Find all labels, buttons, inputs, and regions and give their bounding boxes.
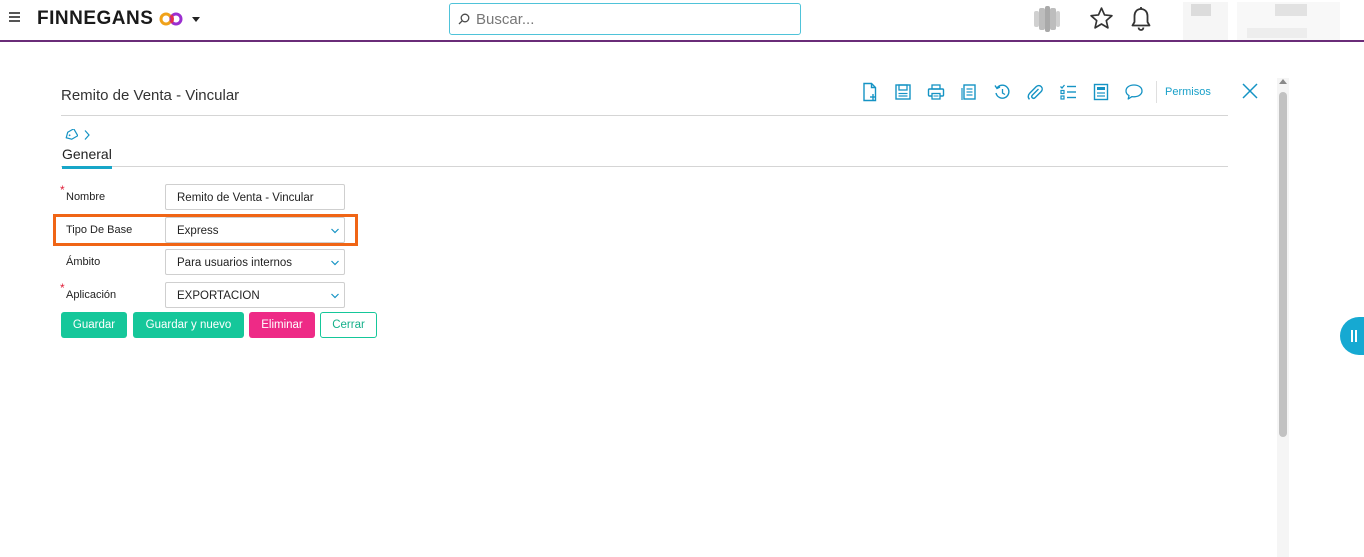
favorites-star-icon[interactable] — [1089, 6, 1114, 36]
side-panel-handle[interactable] — [1340, 317, 1364, 355]
brand-name: FINNEGANS — [37, 8, 154, 29]
ambito-value: Para usuarios internos — [177, 257, 293, 269]
save-icon[interactable] — [891, 81, 915, 103]
required-marker: * — [60, 281, 65, 295]
required-marker: * — [60, 183, 65, 197]
company-avatar[interactable] — [1032, 5, 1062, 38]
search-input[interactable] — [476, 10, 776, 28]
chevron-right-icon[interactable] — [84, 128, 90, 146]
brand-dropdown-caret-icon[interactable] — [192, 16, 201, 22]
print-icon[interactable] — [924, 81, 948, 103]
toolbar: Permisos — [858, 81, 1233, 103]
aplicacion-value: EXPORTACION — [177, 290, 260, 302]
ambito-label: Ámbito — [66, 256, 101, 268]
guardar-button[interactable]: Guardar — [61, 312, 127, 338]
cerrar-button[interactable]: Cerrar — [320, 312, 377, 338]
highlight-box — [53, 214, 358, 246]
guardar-y-nuevo-button[interactable]: Guardar y nuevo — [133, 312, 244, 338]
permisos-link[interactable]: Permisos — [1165, 86, 1211, 98]
scrollbar-thumb[interactable] — [1279, 92, 1287, 437]
hamburger-menu-icon[interactable] — [9, 12, 20, 24]
brand-logo-icon — [159, 12, 183, 26]
checklist-icon[interactable] — [1056, 81, 1080, 103]
ambito-select[interactable]: Para usuarios internos — [165, 249, 345, 275]
tag-icon[interactable] — [64, 128, 79, 146]
form-icon[interactable] — [1089, 81, 1113, 103]
new-document-icon[interactable] — [858, 81, 882, 103]
attach-icon[interactable] — [1023, 81, 1047, 103]
chevron-down-icon — [331, 260, 339, 266]
chevron-down-icon — [331, 293, 339, 299]
nombre-label: Nombre — [66, 191, 106, 203]
close-icon[interactable] — [1240, 81, 1260, 101]
aplicacion-label: Aplicación — [66, 289, 117, 301]
tab-general[interactable]: General — [62, 146, 112, 169]
toolbar-separator — [1156, 81, 1157, 103]
breadcrumb — [64, 128, 90, 146]
search-icon — [458, 13, 470, 25]
eliminar-button[interactable]: Eliminar — [249, 312, 315, 338]
notifications-bell-icon[interactable] — [1130, 6, 1152, 37]
search-box[interactable] — [449, 3, 801, 35]
top-bar: FINNEGANS — [0, 0, 1364, 42]
nombre-field[interactable]: Remito de Venta - Vincular — [165, 184, 345, 210]
copy-icon[interactable] — [957, 81, 981, 103]
comment-icon[interactable] — [1122, 81, 1146, 103]
brand[interactable]: FINNEGANS — [37, 8, 201, 30]
history-icon[interactable] — [990, 81, 1014, 103]
tab-bar: General — [61, 145, 1228, 169]
title-divider — [61, 115, 1228, 116]
scroll-up-arrow-icon[interactable] — [1279, 79, 1287, 84]
aplicacion-select[interactable]: EXPORTACION — [165, 282, 345, 308]
page-title: Remito de Venta - Vincular — [61, 87, 240, 104]
